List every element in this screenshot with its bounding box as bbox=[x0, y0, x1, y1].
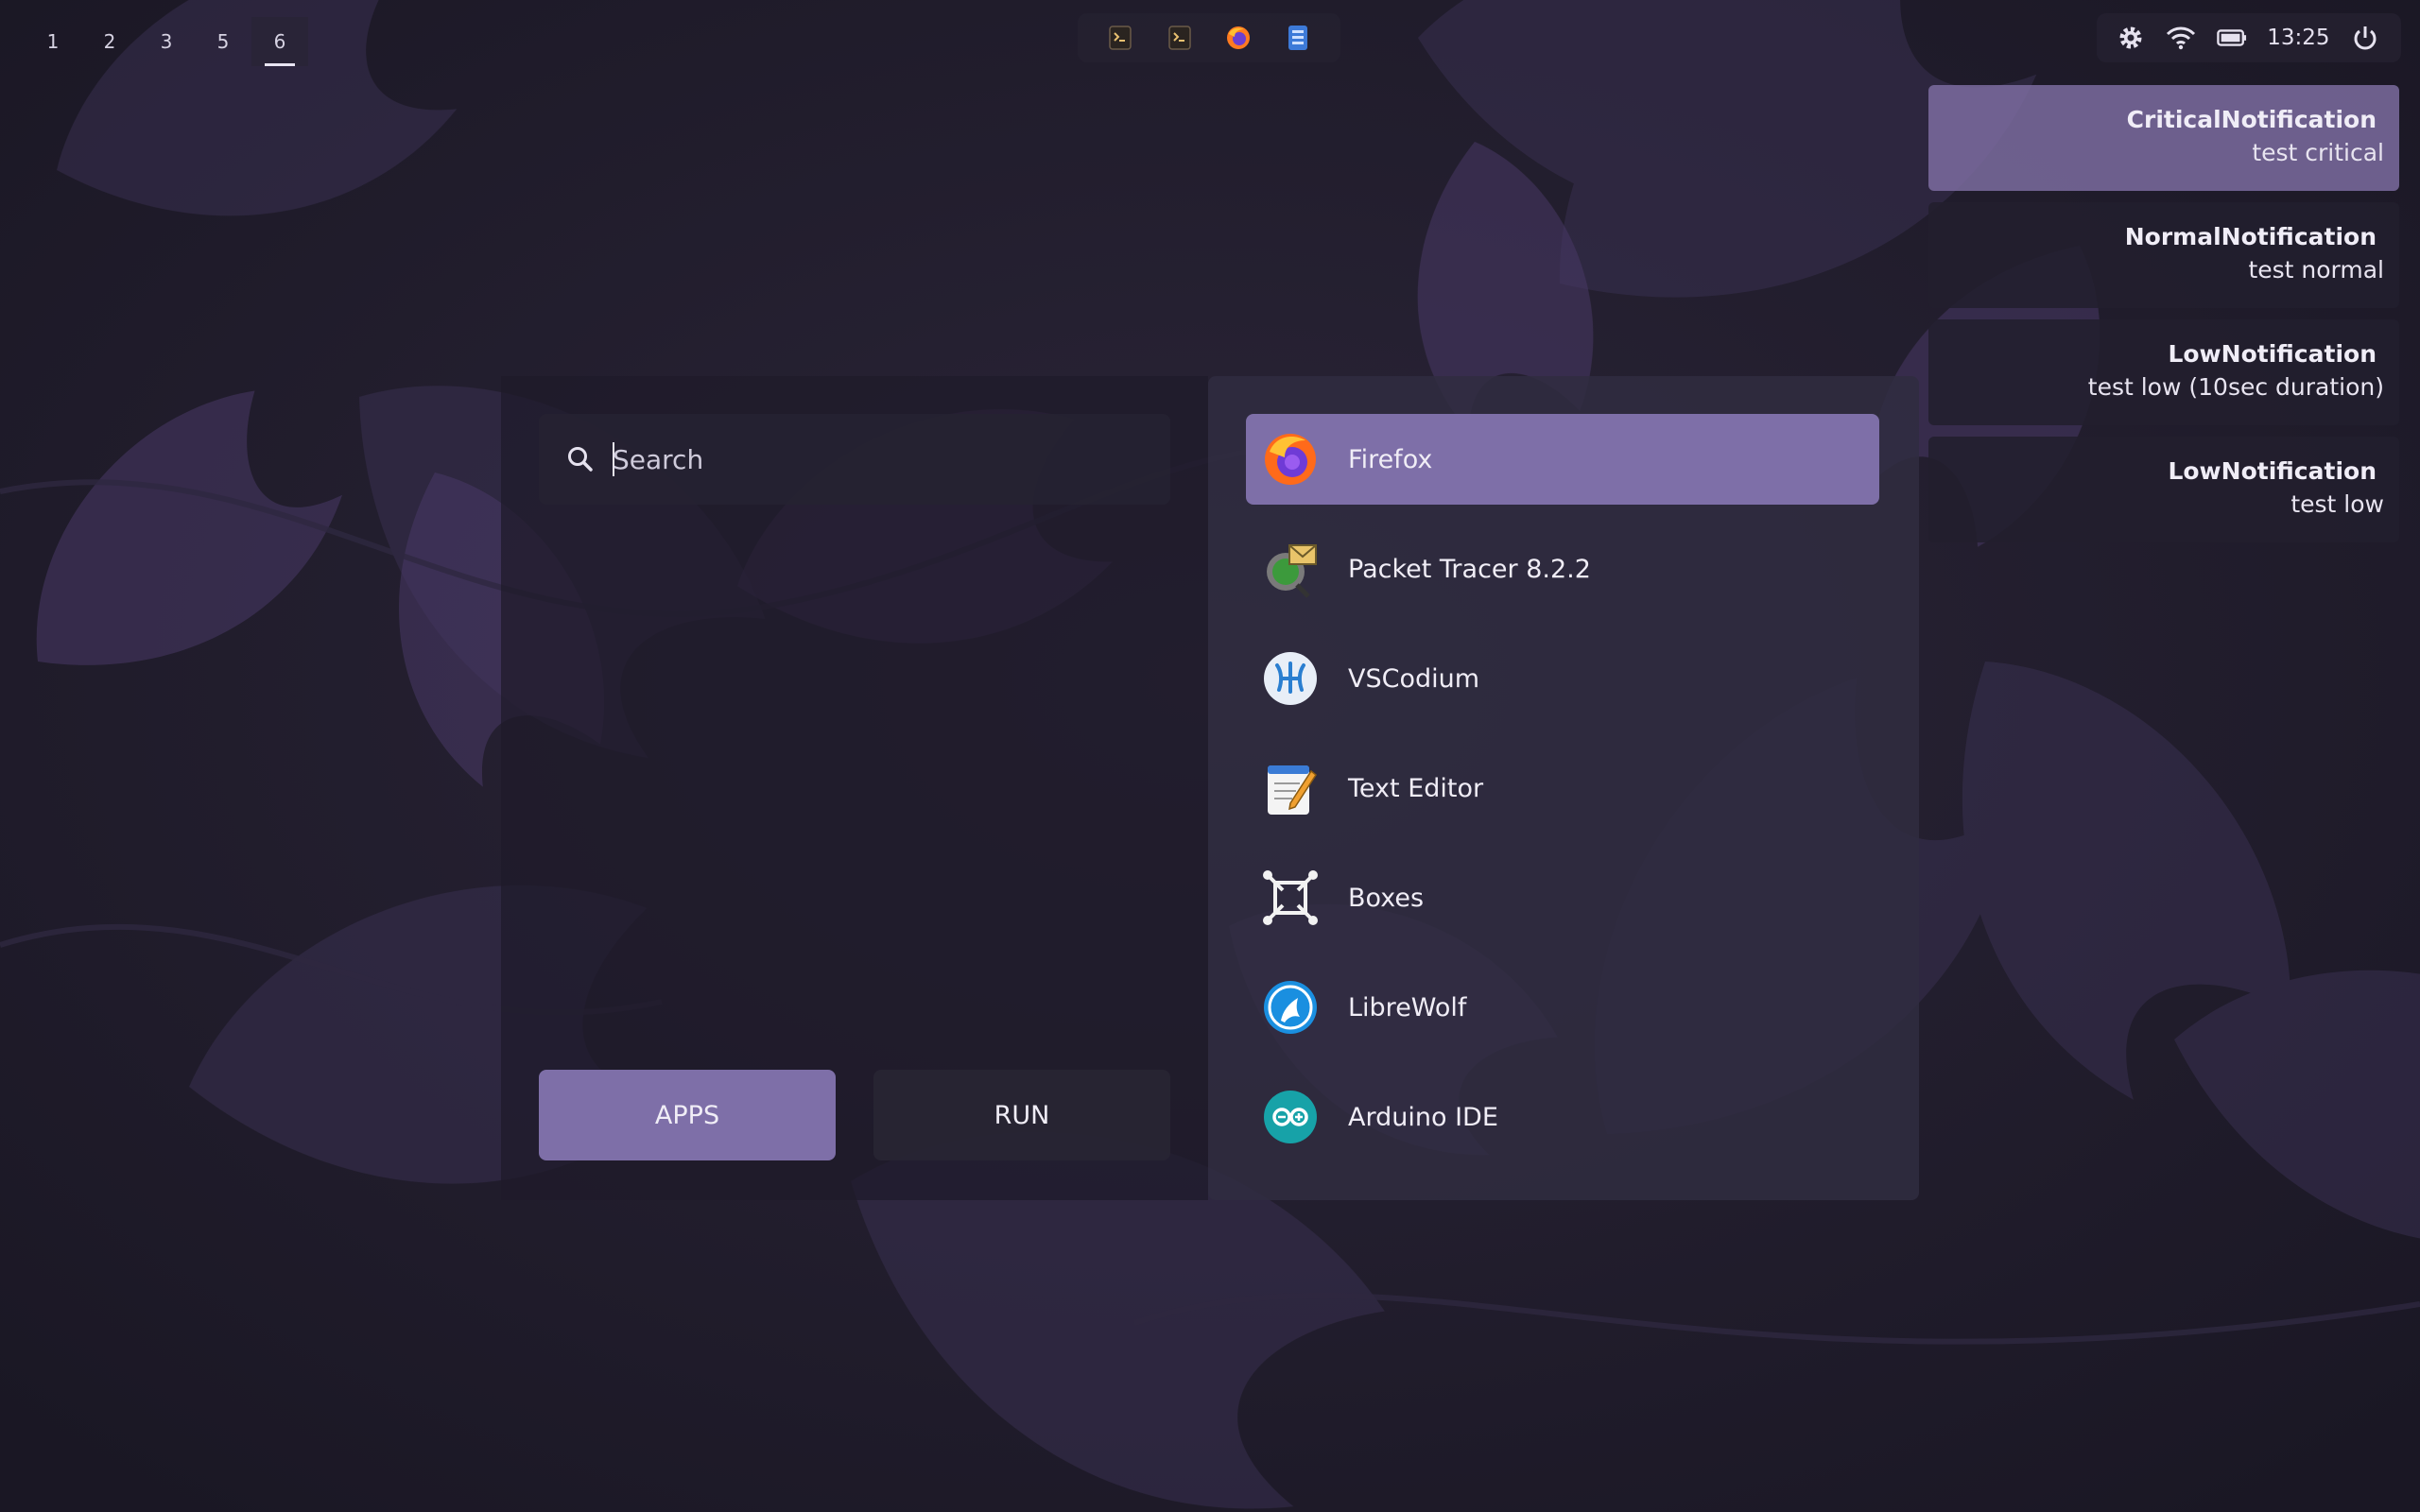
app-item-boxes[interactable]: Boxes bbox=[1246, 852, 1879, 943]
workspace-6[interactable]: 6 bbox=[251, 17, 308, 66]
arduino-icon bbox=[1261, 1088, 1320, 1146]
notification-title: LowNotification bbox=[2168, 457, 2377, 485]
app-label: LibreWolf bbox=[1348, 992, 1467, 1022]
terminal-icon[interactable] bbox=[1106, 24, 1134, 52]
notification-body: test low bbox=[2290, 490, 2384, 518]
search-input[interactable]: Search bbox=[539, 414, 1170, 505]
apps-mode-button[interactable]: APPS bbox=[539, 1070, 836, 1160]
workspace-1[interactable]: 1 bbox=[25, 17, 81, 66]
notification-critical[interactable]: CriticalNotification test critical bbox=[1928, 85, 2399, 191]
app-item-arduino-ide[interactable]: Arduino IDE bbox=[1246, 1072, 1879, 1162]
search-placeholder: Search bbox=[613, 443, 704, 475]
app-label: Firefox bbox=[1348, 444, 1433, 474]
notification-low[interactable]: LowNotification test low (10sec duration… bbox=[1928, 319, 2399, 425]
clock[interactable]: 13:25 bbox=[2267, 26, 2329, 50]
terminal-icon[interactable] bbox=[1166, 24, 1194, 52]
app-label: VSCodium bbox=[1348, 663, 1480, 694]
notification-body: test critical bbox=[2252, 139, 2384, 166]
file-manager-icon[interactable] bbox=[1284, 24, 1312, 52]
notification-title: CriticalNotification bbox=[2126, 106, 2377, 133]
taskbar bbox=[1078, 13, 1340, 62]
workspace-switcher: 1 2 3 5 6 bbox=[25, 17, 308, 66]
firefox-icon bbox=[1261, 430, 1320, 489]
text-editor-icon bbox=[1261, 759, 1320, 817]
notification-title: NormalNotification bbox=[2124, 223, 2377, 250]
packet-tracer-icon bbox=[1261, 540, 1320, 598]
workspace-3[interactable]: 3 bbox=[138, 17, 195, 66]
app-label: Text Editor bbox=[1348, 773, 1484, 803]
app-label: Boxes bbox=[1348, 883, 1425, 913]
firefox-icon[interactable] bbox=[1224, 24, 1253, 52]
app-item-vscodium[interactable]: VSCodium bbox=[1246, 633, 1879, 724]
gear-icon[interactable] bbox=[2116, 23, 2146, 53]
workspace-5[interactable]: 5 bbox=[195, 17, 251, 66]
power-icon[interactable] bbox=[2350, 23, 2380, 53]
boxes-icon bbox=[1261, 868, 1320, 927]
notification-title: LowNotification bbox=[2168, 340, 2377, 368]
notification-body: test low (10sec duration) bbox=[2087, 373, 2384, 401]
run-mode-button[interactable]: RUN bbox=[873, 1070, 1170, 1160]
vscodium-icon bbox=[1261, 649, 1320, 708]
app-label: Packet Tracer 8.2.2 bbox=[1348, 554, 1591, 584]
app-item-librewolf[interactable]: LibreWolf bbox=[1246, 962, 1879, 1053]
battery-icon[interactable] bbox=[2217, 23, 2247, 53]
workspace-2[interactable]: 2 bbox=[81, 17, 138, 66]
notification-normal[interactable]: NormalNotification test normal bbox=[1928, 202, 2399, 308]
app-item-packet-tracer[interactable]: Packet Tracer 8.2.2 bbox=[1246, 524, 1879, 614]
app-label: Arduino IDE bbox=[1348, 1102, 1498, 1132]
launcher-left-pane: Search APPS RUN bbox=[501, 376, 1208, 1200]
notification-body: test normal bbox=[2248, 256, 2384, 284]
app-list: Firefox Packet Tracer 8.2.2 VSCodium Tex… bbox=[1246, 414, 1879, 1181]
system-tray: 13:25 bbox=[2097, 13, 2401, 62]
launcher-results-pane: Firefox Packet Tracer 8.2.2 VSCodium Tex… bbox=[1208, 376, 1919, 1200]
librewolf-icon bbox=[1261, 978, 1320, 1037]
app-item-firefox[interactable]: Firefox bbox=[1246, 414, 1879, 505]
wifi-icon[interactable] bbox=[2166, 23, 2196, 53]
notification-low[interactable]: LowNotification test low bbox=[1928, 437, 2399, 542]
app-item-text-editor[interactable]: Text Editor bbox=[1246, 743, 1879, 833]
search-icon bbox=[568, 447, 593, 472]
